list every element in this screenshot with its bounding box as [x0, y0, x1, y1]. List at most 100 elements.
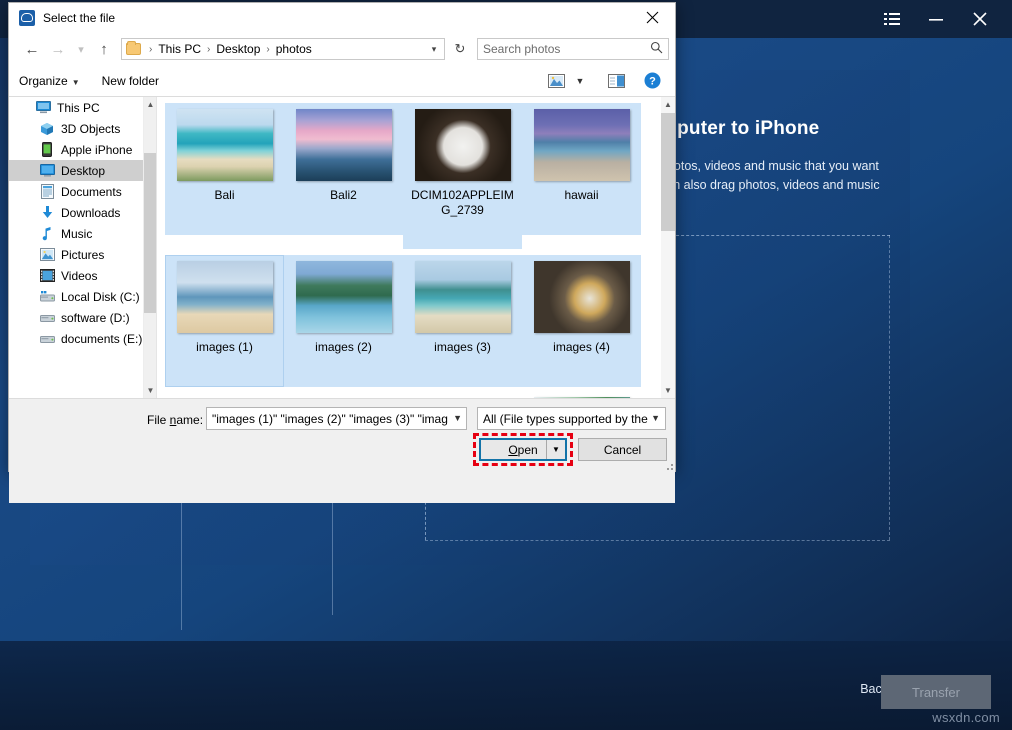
close-icon[interactable] — [958, 0, 1002, 38]
sidebar-label: documents (E:) — [61, 332, 142, 346]
drive-icon — [39, 310, 55, 326]
music-icon — [39, 226, 55, 242]
close-icon[interactable] — [630, 3, 675, 33]
sidebar-item-documents-e[interactable]: documents (E:) — [9, 328, 156, 349]
chevron-down-icon[interactable]: ▼ — [453, 413, 462, 423]
chevron-down-icon[interactable]: ▾ — [424, 39, 444, 59]
dialog-navigation-bar: ← → ▾ ↑ › This PC › Desktop › photos ▾ ↻… — [9, 33, 675, 65]
select-file-dialog: Select the file ← → ▾ ↑ › This PC › Desk… — [8, 2, 676, 472]
help-icon[interactable]: ? — [639, 70, 665, 92]
filetype-select[interactable]: All (File types supported by the ▼ — [477, 407, 666, 430]
file-item[interactable]: Bali2 — [284, 103, 403, 235]
file-label: DCIM102APPLEIMG_2739 — [407, 188, 519, 218]
drive-icon — [39, 331, 55, 347]
chevron-down-icon[interactable]: ▾ — [71, 36, 91, 62]
filename-value: "images (1)" "images (2)" "images (3)" "… — [212, 412, 448, 426]
documents-icon — [39, 184, 55, 200]
sidebar-item-music[interactable]: Music — [9, 223, 156, 244]
sidebar-label: Desktop — [61, 164, 105, 178]
search-icon — [650, 41, 663, 57]
file-item[interactable]: images (3) — [403, 255, 522, 387]
file-item[interactable]: hawaii — [522, 103, 641, 235]
sidebar-item-local-disk-c[interactable]: Local Disk (C:) — [9, 286, 156, 307]
download-icon — [39, 205, 55, 221]
arrow-right-icon[interactable]: → — [45, 36, 71, 62]
view-layout-icon[interactable] — [543, 70, 569, 92]
organize-label: Organize — [19, 74, 68, 88]
sidebar-item-this-pc[interactable]: This PC — [9, 97, 156, 118]
videos-icon — [39, 268, 55, 284]
sidebar-item-software-d[interactable]: software (D:) — [9, 307, 156, 328]
sidebar-label: Documents — [61, 185, 122, 199]
refresh-icon[interactable]: ↻ — [449, 38, 471, 60]
address-bar[interactable]: › This PC › Desktop › photos ▾ — [121, 38, 445, 60]
thumbnail-images-4 — [534, 261, 630, 333]
filetype-value: All (File types supported by the — [483, 412, 648, 426]
drag-drop-zone-bottom-edge — [425, 540, 890, 541]
drag-drop-zone-right-edge — [889, 235, 890, 540]
file-item[interactable]: images (1) — [165, 255, 284, 387]
list-menu-icon[interactable] — [870, 0, 914, 38]
file-item[interactable]: images (2) — [284, 255, 403, 387]
file-item[interactable]: DCIM102APPLEIMG_2739 — [403, 103, 522, 249]
file-grid: Bali Bali2 DCIM102APPLEIMG_2739 hawaii i — [157, 97, 675, 398]
thumbnail-images-1 — [177, 261, 273, 333]
dialog-body: This PC 3D Objects Apple iPhone Desktop — [9, 97, 675, 398]
arrow-up-icon[interactable]: ↑ — [91, 36, 117, 62]
chevron-down-icon[interactable]: ▼ — [661, 383, 675, 398]
phone-icon — [39, 142, 55, 158]
resize-grip[interactable] — [663, 460, 673, 470]
file-list-scrollbar[interactable]: ▲ ▼ — [661, 97, 675, 398]
sidebar-item-3d-objects[interactable]: 3D Objects — [9, 118, 156, 139]
app-description-line1: photos, videos and music that you want — [660, 157, 1010, 176]
sidebar-item-documents[interactable]: Documents — [9, 181, 156, 202]
folder-icon — [126, 43, 141, 55]
breadcrumb-desktop[interactable]: Desktop — [215, 42, 261, 56]
arrow-left-icon[interactable]: ← — [19, 36, 45, 62]
sidebar-item-desktop[interactable]: Desktop — [9, 160, 156, 181]
minimize-icon[interactable] — [914, 0, 958, 38]
search-input[interactable]: Search photos — [477, 38, 669, 60]
app-description-line2: can also drag photos, videos and music — [660, 176, 1010, 195]
open-button[interactable]: Open ▼ — [479, 438, 567, 461]
navigation-pane-scrollbar[interactable]: ▲ ▼ — [143, 97, 156, 398]
file-label: images (2) — [288, 340, 400, 355]
transfer-button[interactable]: Transfer — [881, 675, 991, 709]
file-item[interactable]: images (4) — [522, 255, 641, 387]
file-label: Bali2 — [288, 188, 400, 203]
sidebar-item-downloads[interactable]: Downloads — [9, 202, 156, 223]
sidebar-item-videos[interactable]: Videos — [9, 265, 156, 286]
sidebar-label: This PC — [57, 101, 100, 115]
file-item[interactable]: Bali — [165, 103, 284, 235]
scrollbar-thumb[interactable] — [144, 153, 157, 313]
chevron-down-icon[interactable]: ▼ — [651, 413, 660, 423]
chevron-up-icon[interactable]: ▲ — [144, 97, 157, 112]
chevron-down-icon[interactable]: ▼ — [144, 383, 157, 398]
file-label: images (4) — [526, 340, 638, 355]
chevron-up-icon[interactable]: ▲ — [661, 97, 675, 112]
thumbnail-bali2 — [296, 109, 392, 181]
thumbnail-bali — [177, 109, 273, 181]
breadcrumb-this-pc[interactable]: This PC — [157, 42, 202, 56]
filename-input[interactable]: "images (1)" "images (2)" "images (3)" "… — [206, 407, 467, 430]
cancel-button[interactable]: Cancel — [578, 438, 667, 461]
caret-down-icon[interactable]: ▼ — [546, 440, 565, 459]
app-logo-icon — [19, 10, 35, 26]
chevron-down-icon[interactable]: ▼ — [571, 70, 589, 92]
filename-label-accesskey: n — [170, 413, 177, 427]
thumbnail-hawaii — [534, 109, 630, 181]
file-label: Bali — [169, 188, 281, 203]
filename-label: File name: — [147, 413, 203, 427]
breadcrumb-photos[interactable]: photos — [275, 42, 313, 56]
preview-pane-icon[interactable] — [603, 70, 629, 92]
search-placeholder: Search photos — [483, 42, 650, 56]
sidebar-item-apple-iphone[interactable]: Apple iPhone — [9, 139, 156, 160]
new-folder-button[interactable]: New folder — [102, 74, 159, 88]
cube-icon — [39, 121, 55, 137]
desktop-icon — [39, 163, 55, 179]
file-label: hawaii — [526, 188, 638, 203]
sidebar-item-pictures[interactable]: Pictures — [9, 244, 156, 265]
scrollbar-thumb[interactable] — [661, 113, 675, 231]
organize-button[interactable]: Organize▼ — [19, 74, 80, 88]
svg-text:?: ? — [649, 76, 656, 88]
